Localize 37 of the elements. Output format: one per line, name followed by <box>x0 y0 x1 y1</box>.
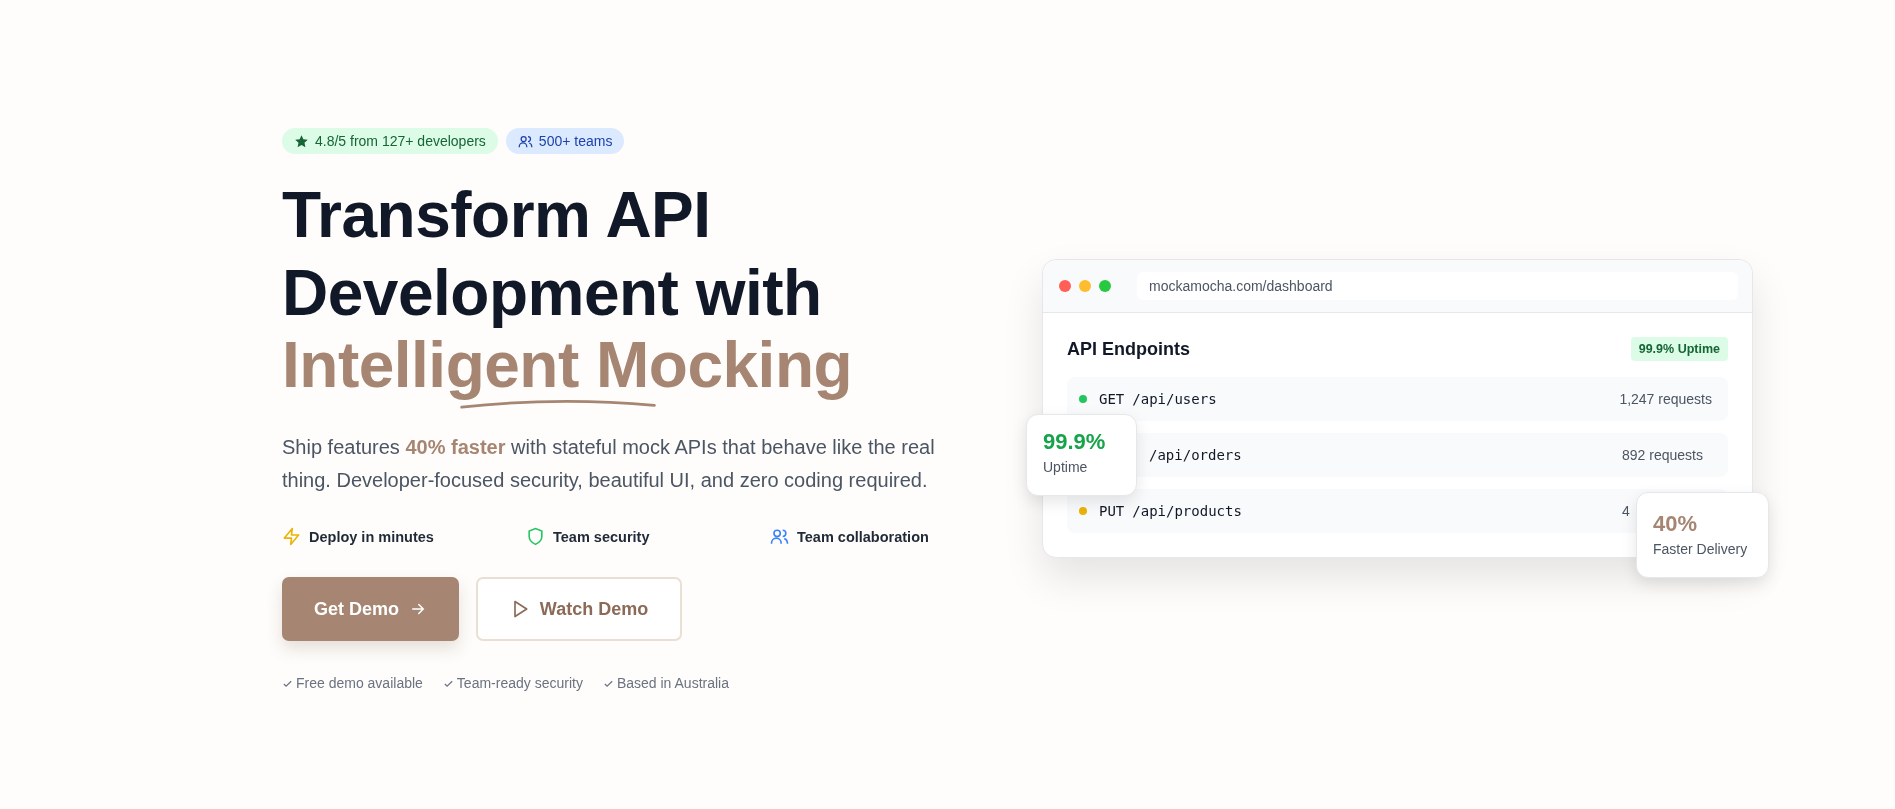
panel-title: API Endpoints <box>1067 338 1190 360</box>
stat-label: Faster Delivery <box>1653 541 1749 557</box>
headline-text: Development with <box>282 256 822 331</box>
watch-demo-button[interactable]: Watch Demo <box>476 577 682 641</box>
feature-label: Deploy in minutes <box>309 528 434 545</box>
request-count: 4 <box>1622 503 1631 519</box>
stat-value: 99.9% <box>1043 429 1107 455</box>
lightning-icon <box>282 527 301 546</box>
http-method: GET <box>1099 391 1125 407</box>
shield-icon <box>526 527 545 546</box>
endpoint-path: /api/orders <box>1149 447 1242 463</box>
star-icon <box>294 133 309 149</box>
badge: 500+ teams <box>505 128 625 154</box>
headline-text: Transform API <box>282 178 711 253</box>
badge: 4.8/5 from 127+ developers <box>282 128 498 154</box>
request-count: 892 requests <box>1622 447 1704 463</box>
endpoint-path: /api/products <box>1132 503 1242 519</box>
stat-label: Uptime <box>1043 459 1089 475</box>
http-method: PUT <box>1099 503 1125 519</box>
window-control-icon[interactable] <box>1079 280 1091 292</box>
users-icon <box>770 527 789 546</box>
window-control-icon[interactable] <box>1099 280 1111 292</box>
request-count: 1,247 requests <box>1619 391 1712 407</box>
assurance-text: Free demo available <box>296 675 423 691</box>
status-badge: 99.9% Uptime <box>1630 337 1728 361</box>
endpoint-path: /api/users <box>1132 391 1217 407</box>
get-demo-button[interactable]: Get Demo <box>282 577 459 641</box>
headline-accent: Intelligent Mocking <box>282 332 853 398</box>
users-icon <box>517 133 533 149</box>
description: Ship features 40% faster with stateful mock APIs that behave like the real thing. Developer-focused security, beautiful UI, and zero coding required. <box>282 435 936 493</box>
address-bar: mockamocha.com/dashboard <box>1137 272 1738 300</box>
assurance-text: Based in Australia <box>616 675 729 691</box>
window-control-icon[interactable] <box>1059 280 1071 292</box>
assurance-text: Team-ready security <box>456 675 583 691</box>
stat-value: 40% <box>1653 511 1699 537</box>
feature-label: Team security <box>553 528 650 545</box>
feature-label: Team collaboration <box>797 528 929 545</box>
